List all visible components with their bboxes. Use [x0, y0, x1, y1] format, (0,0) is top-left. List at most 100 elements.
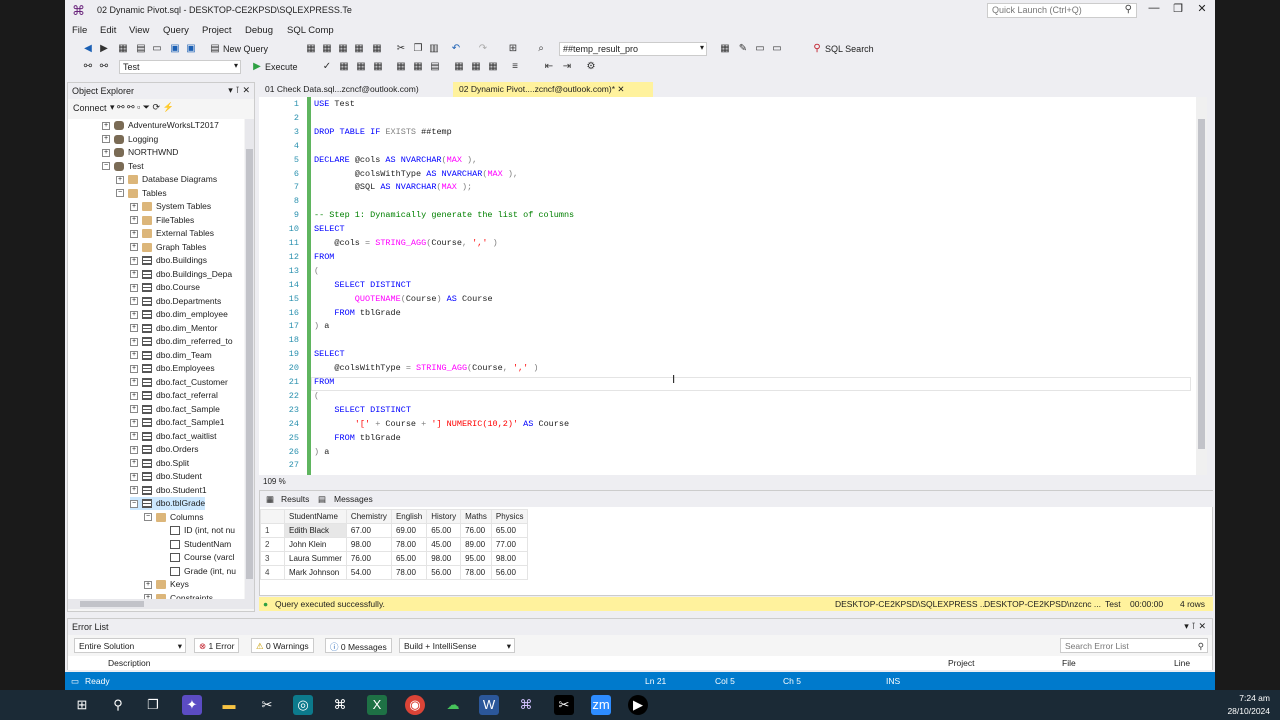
expand-icon[interactable]: + — [102, 135, 110, 144]
expand-icon[interactable]: + — [144, 580, 152, 589]
grid-cell[interactable]: 78.00 — [460, 565, 492, 580]
tree-node[interactable]: + Logging — [102, 133, 158, 146]
include-plan-icon[interactable]: ▦ — [395, 61, 407, 73]
undo-icon[interactable]: ↶ — [450, 43, 462, 55]
collapse-icon[interactable]: − — [102, 162, 110, 171]
new-query-icon[interactable]: ▤ — [209, 43, 221, 55]
disconnect-icon[interactable]: ⚯ — [98, 61, 110, 73]
tree-node[interactable]: + dbo.Buildings — [130, 254, 207, 267]
expand-icon[interactable]: + — [130, 324, 138, 333]
save-icon[interactable]: ▣ — [169, 43, 181, 55]
tree-node[interactable]: + dbo.fact_waitlist — [130, 430, 216, 443]
results-file-icon[interactable]: ▦ — [470, 61, 482, 73]
pin-close-icons[interactable]: ▾ ⊺ ✕ — [228, 85, 250, 96]
editor-vertical-scrollbar[interactable] — [1196, 97, 1207, 475]
tree-node[interactable]: + dbo.fact_Sample — [130, 403, 220, 416]
tree-node[interactable]: + dbo.dim_Team — [130, 349, 212, 362]
open-file-icon[interactable]: ▤ — [135, 43, 147, 55]
tree-node[interactable]: + dbo.dim_referred_to — [130, 335, 233, 348]
grid-cell[interactable]: 76.00 — [460, 523, 492, 538]
expand-icon[interactable]: + — [130, 256, 138, 265]
execute-icon[interactable]: ▶ — [251, 61, 263, 73]
tree-vertical-scrollbar[interactable] — [245, 119, 254, 599]
forward-icon[interactable]: ▶ — [98, 43, 110, 55]
menu-view[interactable]: View — [129, 25, 149, 36]
tab-dynamic-pivot[interactable]: 02 Dynamic Pivot....zcncf@outlook.com)* … — [453, 82, 653, 97]
tree-node[interactable]: + dbo.Buildings_Depa — [130, 268, 232, 281]
grid-cell[interactable]: 77.00 — [490, 537, 529, 552]
tree-node[interactable]: + FileTables — [130, 214, 194, 227]
sql-editor[interactable]: 1 2 3 4 5 6 7 8 9 10 11 12 13 14 15 16 17 18 19 20 21 22 23 24 2… — [259, 97, 1207, 475]
find-icon[interactable]: ⌕ — [535, 43, 547, 55]
code-line[interactable]: SELECT — [314, 347, 345, 361]
expand-icon[interactable]: + — [130, 270, 138, 279]
column-header[interactable]: History — [426, 509, 462, 524]
capcut-icon[interactable]: ✂ — [554, 695, 574, 715]
minimize-button[interactable]: — — [1143, 2, 1165, 18]
chrome-icon[interactable]: ◉ — [405, 695, 425, 715]
copy-icon[interactable]: ❐ — [412, 43, 424, 55]
query-designer-icon[interactable]: ▦ — [355, 61, 367, 73]
collapse-icon[interactable]: − — [130, 499, 138, 508]
expand-icon[interactable]: + — [130, 432, 138, 441]
open-folder-icon[interactable]: ▭ — [151, 43, 163, 55]
column-line[interactable]: Line — [1174, 658, 1190, 668]
execute-button[interactable]: Execute — [265, 62, 298, 72]
tree-node[interactable]: + External Tables — [130, 227, 214, 240]
specify-values-icon[interactable]: ⚙ — [585, 61, 597, 73]
tree-node[interactable]: + NORTHWND — [102, 146, 178, 159]
find-combo[interactable]: ##temp_result_pro ▾ — [559, 42, 707, 56]
tab-check-data[interactable]: 01 Check Data.sql...zcncf@outlook.com) — [259, 82, 451, 97]
grid-cell[interactable]: 69.00 — [390, 523, 428, 538]
menu-sql-complete[interactable]: SQL Comp — [287, 25, 334, 36]
grid-cell[interactable]: 65.00 — [490, 523, 529, 538]
grid-cell[interactable]: 45.00 — [426, 537, 462, 552]
column-file[interactable]: File — [1062, 658, 1076, 668]
tree-node[interactable]: − Columns — [144, 511, 204, 524]
code-line[interactable]: ( — [314, 264, 319, 278]
scope-combo[interactable]: Entire Solution ▾ — [74, 638, 186, 653]
grid-cell[interactable]: 78.00 — [390, 537, 428, 552]
code-line[interactable]: SELECT DISTINCT — [314, 403, 411, 417]
code-line[interactable]: @colsWithType = STRING_AGG(Course, ',' ) — [314, 361, 538, 375]
tree-node[interactable]: − Test — [102, 160, 144, 173]
expand-icon[interactable]: + — [130, 445, 138, 454]
expand-icon[interactable]: + — [130, 229, 138, 238]
expand-icon[interactable]: + — [130, 472, 138, 481]
menu-debug[interactable]: Debug — [245, 25, 273, 36]
code-line[interactable]: SELECT DISTINCT — [314, 278, 411, 292]
code-line[interactable]: '[' + Course + '] NUMERIC(10,2)' AS Cour… — [314, 417, 569, 431]
grid-cell[interactable]: 78.00 — [390, 565, 428, 580]
grid-cell[interactable]: Laura Summer — [284, 551, 347, 566]
grid-cell[interactable]: 56.00 — [490, 565, 529, 580]
tree-node[interactable]: + dbo.dim_Mentor — [130, 322, 217, 335]
grid-cell[interactable]: John Klein — [284, 537, 347, 552]
tree-node[interactable]: + dbo.fact_referral — [130, 389, 218, 402]
system-clock[interactable]: 7:24 am 28/10/2024 — [1227, 692, 1270, 718]
parse-icon[interactable]: ✓ — [321, 61, 333, 73]
grid-cell[interactable]: 67.00 — [345, 523, 392, 538]
grid-cell[interactable]: 89.00 — [460, 537, 492, 552]
grid-cell[interactable]: Edith Black — [284, 523, 347, 538]
menu-edit[interactable]: Edit — [100, 25, 116, 36]
windows-start-icon[interactable]: ⊞ — [72, 695, 92, 715]
code-line[interactable]: @cols = STRING_AGG(Course, ',' ) — [314, 236, 497, 250]
comment-icon[interactable]: ▦ — [487, 61, 499, 73]
tree-node[interactable]: + dbo.fact_Sample1 — [130, 416, 225, 429]
tree-node[interactable]: + dbo.Departments — [130, 295, 221, 308]
column-header[interactable]: Maths — [460, 509, 492, 524]
tree-node[interactable]: + Graph Tables — [130, 241, 206, 254]
results-grid[interactable]: StudentName Chemistry English History Maths P… — [260, 509, 529, 580]
close-button[interactable]: ✕ — [1191, 2, 1213, 18]
column-description[interactable]: Description — [108, 658, 151, 668]
tree-node[interactable]: − dbo.tblGrade — [130, 497, 206, 510]
connect-button[interactable]: Connect — [73, 103, 107, 113]
tree-node[interactable]: + dbo.Split — [130, 457, 189, 470]
table-row[interactable]: 4 Mark Johnson 54.00 78.00 56.00 78.00 56.00 — [260, 565, 529, 580]
expand-icon[interactable]: + — [130, 337, 138, 346]
grid-cell[interactable]: 98.00 — [345, 537, 392, 552]
expand-icon[interactable]: + — [130, 351, 138, 360]
expand-icon[interactable]: + — [130, 405, 138, 414]
expand-icon[interactable]: + — [116, 175, 124, 184]
expand-icon[interactable]: + — [130, 486, 138, 495]
